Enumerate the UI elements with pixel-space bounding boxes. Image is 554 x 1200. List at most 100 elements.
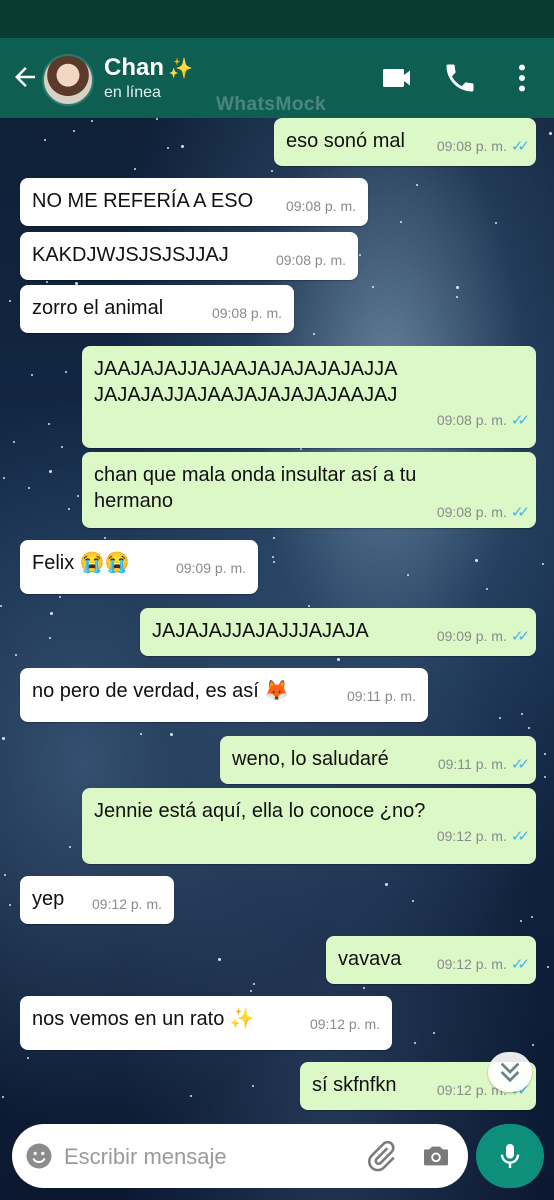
message-in[interactable]: nos vemos en un rato ✨ 09:12 p. m. [20, 996, 392, 1050]
message-in[interactable]: NO ME REFERÍA A ESO 09:08 p. m. [20, 178, 368, 226]
message-input[interactable]: Escribir mensaje [64, 1144, 227, 1170]
mic-icon [500, 1144, 520, 1168]
message-text: vavava [338, 948, 402, 970]
star [77, 495, 79, 497]
star [49, 637, 51, 639]
arrow-left-icon[interactable] [10, 62, 40, 92]
star [544, 776, 546, 778]
mic-button[interactable] [476, 1124, 544, 1188]
watermark: WhatsMock [216, 94, 327, 115]
message-time: 09:12 p. m. [436, 828, 507, 844]
message-meta: 09:12 p. m. [92, 896, 162, 912]
phone-icon[interactable] [442, 60, 478, 96]
star [528, 727, 530, 729]
message-out[interactable]: chan que mala onda insultar así a tu her… [82, 452, 536, 528]
chat-area[interactable]: eso sonó mal 09:08 p. m. ✓✓ NO ME REFERÍA… [0, 118, 554, 1200]
message-time: 09:08 p. m. [436, 412, 507, 428]
star [28, 487, 30, 489]
star [475, 559, 478, 562]
double-check-icon: ✓✓ [510, 956, 530, 973]
star [73, 130, 75, 132]
star [59, 596, 61, 598]
message-meta: 09:09 p. m. ✓✓ [436, 628, 530, 645]
star [520, 920, 522, 922]
star [416, 184, 418, 186]
message-time: 09:12 p. m. [309, 1016, 380, 1032]
star [252, 1085, 254, 1087]
camera-icon[interactable] [420, 1140, 452, 1172]
star [48, 423, 50, 425]
contact-status: en línea [104, 84, 161, 101]
message-text: zorro el animal [32, 297, 164, 319]
message-in[interactable]: Felix 😭😭 09:09 p. m. [20, 540, 258, 594]
message-text: yep [32, 888, 65, 910]
star [15, 654, 17, 656]
message-time: 09:08 p. m. [436, 138, 507, 154]
message-meta: 09:12 p. m.✓✓ [437, 956, 530, 973]
fox-emoji: 🦊 [264, 680, 290, 702]
scroll-to-bottom-button[interactable] [488, 1052, 532, 1092]
star [495, 222, 497, 224]
star [0, 605, 2, 607]
star [2, 737, 5, 740]
star [65, 371, 67, 373]
message-out[interactable]: JAAJAJAJJAJAAJAJAJAJAJAJJA JAJAJAJJAJAAJ… [82, 346, 536, 448]
double-check-icon: ✓✓ [510, 138, 530, 155]
star [385, 883, 388, 886]
message-text: sí skfnfkn [312, 1074, 397, 1096]
crying-face-emoji: 😭😭 [79, 552, 130, 574]
star [104, 537, 106, 539]
chevron-double-down-icon [500, 1062, 520, 1083]
avatar[interactable] [42, 54, 94, 106]
contact-name[interactable]: Chan [104, 54, 164, 82]
message-time: 09:12 p. m. [91, 896, 162, 912]
double-check-icon: ✓✓ [510, 412, 530, 429]
star [9, 904, 11, 906]
star [218, 958, 221, 961]
star [414, 1042, 416, 1044]
star [486, 588, 488, 590]
star [521, 713, 523, 715]
message-meta: 09:08 p. m. ✓✓ [436, 138, 530, 155]
message-out[interactable]: eso sonó mal 09:08 p. m. ✓✓ [274, 118, 536, 166]
message-out[interactable]: weno, lo saludaré 09:11 p. m. ✓✓ [220, 736, 536, 784]
star [134, 168, 136, 170]
message-meta: 09:08 p. m. [212, 305, 282, 321]
message-out[interactable]: JAJAJAJJAJAJJJAJAJA 09:09 p. m. ✓✓ [140, 608, 536, 656]
video-call-icon[interactable] [380, 60, 416, 96]
message-in[interactable]: zorro el animal 09:08 p. m. [20, 285, 294, 333]
star [433, 1032, 435, 1034]
paperclip-icon[interactable] [364, 1139, 398, 1173]
message-meta: 09:09 p. m. [176, 560, 246, 576]
star [68, 508, 70, 510]
message-text: JAJAJAJJAJAJJJAJAJA [152, 620, 369, 642]
more-vert-icon[interactable] [504, 60, 540, 96]
star [456, 286, 459, 289]
star [531, 916, 533, 918]
message-text: NO ME REFERÍA A ESO [32, 190, 254, 212]
message-text: no pero de verdad, es así [32, 680, 259, 702]
star [412, 900, 414, 902]
star [69, 846, 71, 848]
star [50, 612, 53, 615]
message-out[interactable]: Jennie está aquí, ella lo conoce ¿no? 09… [82, 788, 536, 864]
star [363, 987, 365, 989]
star [300, 448, 302, 450]
star [253, 983, 255, 985]
message-text: nos vemos en un rato [32, 1008, 225, 1030]
message-in[interactable]: no pero de verdad, es así 🦊 09:11 p. m. [20, 668, 428, 722]
message-out[interactable]: vavava 09:12 p. m. ✓✓ [326, 936, 536, 984]
emoji-icon[interactable] [24, 1141, 54, 1171]
message-in[interactable]: yep 09:12 p. m. [20, 876, 174, 924]
status-bar [0, 0, 554, 38]
star [549, 132, 552, 135]
message-in[interactable]: KAKDJWJSJSJSJJAJ 09:08 p. m. [20, 232, 358, 280]
message-time: 09:09 p. m. [436, 628, 507, 644]
star [2, 1096, 4, 1098]
star [13, 441, 15, 443]
star [167, 147, 169, 149]
message-meta: 09:08 p. m. ✓✓ [104, 412, 530, 429]
star [31, 374, 33, 376]
message-composer[interactable]: Escribir mensaje [12, 1124, 468, 1188]
star [27, 1057, 29, 1059]
